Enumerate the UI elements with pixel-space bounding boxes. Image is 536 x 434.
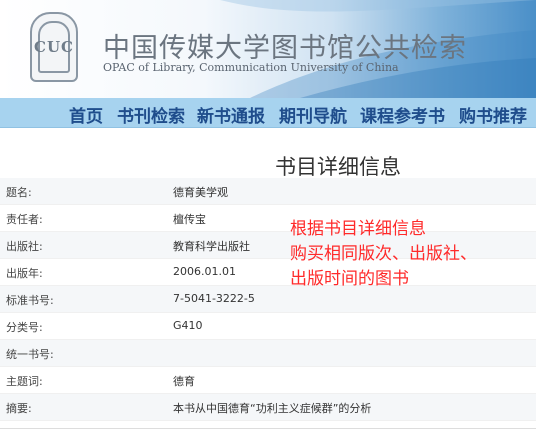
- detail-row-title: 题名: 德育美学观: [0, 178, 536, 205]
- detail-value: 德育: [173, 375, 195, 388]
- nav-item-course-books[interactable]: 课程参考书: [360, 102, 445, 127]
- logo-mark: CUC: [34, 21, 73, 73]
- detail-value: 教育科学出版社: [173, 240, 250, 253]
- detail-value: G410: [173, 319, 203, 332]
- detail-value: 2006.01.01: [173, 265, 236, 278]
- nav-item-search[interactable]: 书刊检索: [117, 102, 185, 127]
- detail-key: 摘要:: [6, 402, 32, 415]
- detail-key: 统一书号:: [6, 348, 54, 361]
- nav-item-home[interactable]: 首页: [69, 102, 103, 127]
- detail-key: 责任者:: [6, 213, 43, 226]
- detail-row-unified-number: 统一书号:: [0, 340, 536, 367]
- detail-row-subject: 主题词: 德育: [0, 367, 536, 394]
- nav-item-purchase-recommend[interactable]: 购书推荐: [459, 102, 527, 127]
- nav-item-new-books[interactable]: 新书通报: [197, 102, 265, 127]
- annotation-line: 根据书目详细信息: [290, 219, 426, 239]
- site-title: 中国传媒大学图书馆公共检索: [103, 33, 467, 64]
- detail-table: 题名: 德育美学观 责任者: 檀传宝 出版社: 教育科学出版社 出版年: 200…: [0, 178, 536, 421]
- site-subtitle: OPAC of Library, Communication Universit…: [103, 61, 399, 74]
- detail-key: 主题词:: [6, 375, 43, 388]
- detail-value: 本书从中国德育“功利主义症候群”的分析: [173, 402, 372, 415]
- red-annotation-note: 根据书目详细信息 购买相同版次、出版社、 出版时间的图书: [290, 217, 477, 292]
- detail-value: 德育美学观: [173, 186, 228, 199]
- main-nav: 首页 书刊检索 新书通报 期刊导航 课程参考书 购书推荐: [0, 98, 536, 128]
- library-logo: CUC: [30, 12, 78, 82]
- detail-row-abstract: 摘要: 本书从中国德育“功利主义症候群”的分析: [0, 394, 536, 421]
- divider: [0, 428, 536, 429]
- detail-key: 标准书号:: [6, 294, 54, 307]
- annotation-line: 出版时间的图书: [290, 269, 409, 289]
- detail-key: 分类号:: [6, 321, 43, 334]
- nav-item-journals[interactable]: 期刊导航: [279, 102, 347, 127]
- detail-value: 檀传宝: [173, 213, 206, 226]
- detail-row-classification: 分类号: G410: [0, 313, 536, 340]
- page-title: 书目详细信息: [275, 155, 401, 179]
- annotation-line: 购买相同版次、出版社、: [290, 244, 477, 264]
- header-banner: CUC 中国传媒大学图书馆公共检索 OPAC of Library, Commu…: [0, 0, 536, 98]
- detail-key: 题名:: [6, 186, 32, 199]
- detail-value: 7-5041-3222-5: [173, 292, 255, 305]
- detail-key: 出版年:: [6, 267, 43, 280]
- detail-key: 出版社:: [6, 240, 43, 253]
